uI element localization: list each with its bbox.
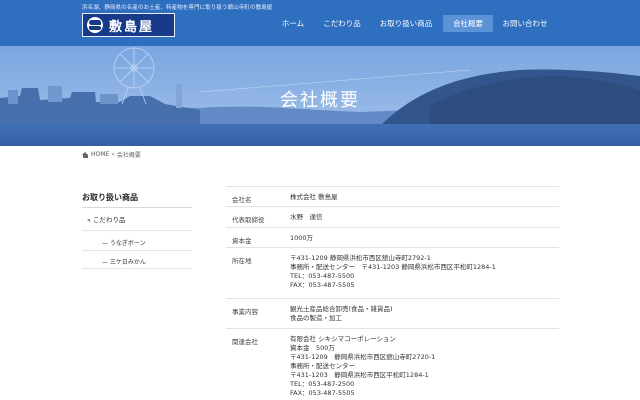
sidebar-divider: [82, 207, 192, 208]
table-row: 所在地 〒431-1209 静岡県浜松市西区舘山寺町2792-1 事務所・配送セ…: [226, 247, 559, 298]
sidebar-title: お取り扱い商品: [82, 193, 138, 202]
table-row: 会社名 株式会社 敷島屋: [226, 186, 559, 206]
breadcrumb-current: 会社概要: [116, 152, 141, 159]
site-header: 浜名湖、静岡県の名産のお土産、特産物を専門に取り扱う舘山寺町の敷島屋 敷島屋 ホ…: [0, 0, 640, 46]
row-value-affiliate-4: 事務所・配送センター: [290, 362, 355, 370]
row-value-representative: 水野 達信: [290, 213, 323, 221]
table-row: 代表取締役 水野 達信: [226, 206, 559, 227]
row-label-company-name: 会社名: [232, 196, 252, 204]
company-info-table: 会社名 株式会社 敷島屋 代表取締役 水野 達信 資本金 1000万 所在地 〒…: [226, 186, 559, 400]
home-icon: [82, 151, 89, 158]
nav-home[interactable]: ホーム: [272, 15, 314, 32]
logo-mark-icon: [87, 17, 103, 33]
breadcrumb-home-label: HOME: [91, 151, 110, 158]
sidebar-item-unagi-bone[interactable]: — うなぎボーン: [82, 238, 192, 247]
row-value-company-name: 株式会社 敷島屋: [290, 193, 338, 201]
breadcrumb: HOME » 会社概要: [82, 150, 141, 159]
sidebar-item-kodawari[interactable]: » こだわり品: [82, 214, 192, 224]
row-value-address-1: 〒431-1209 静岡県浜松市西区舘山寺町2792-1: [290, 254, 431, 262]
row-label-capital: 資本金: [232, 237, 252, 245]
nav-contact[interactable]: お問い合わせ: [497, 15, 553, 32]
sidebar-divider: [82, 268, 192, 269]
nav-company[interactable]: 会社概要: [443, 15, 493, 32]
table-row: 関連会社 有限会社 シキシマコーポレーション 資本金 500万 〒431-120…: [226, 328, 559, 400]
breadcrumb-home-link[interactable]: HOME: [82, 151, 109, 158]
sidebar-divider: [82, 250, 192, 251]
table-row: 事業内容 観光土産品総合卸売(食品・雑貨品) 食品の製造・加工: [226, 298, 559, 328]
hero-banner: 会社概要: [0, 46, 640, 146]
row-value-business-1: 観光土産品総合卸売(食品・雑貨品): [290, 305, 393, 313]
hero-title: 会社概要: [280, 90, 360, 111]
row-label-address: 所在地: [232, 257, 252, 265]
row-value-affiliate-tel: TEL：053-487-2500: [290, 380, 355, 388]
row-value-affiliate-2: 資本金 500万: [290, 344, 335, 352]
logo-text: 敷島屋: [109, 19, 155, 35]
breadcrumb-separator: »: [111, 151, 115, 158]
row-value-address-tel: TEL：053-487-5500: [290, 272, 355, 280]
sidebar-divider: [82, 230, 192, 231]
nav-kodawari[interactable]: こだわり品: [318, 15, 366, 32]
nav-products[interactable]: お取り扱い商品: [373, 15, 439, 32]
sidebar-item-mikkabi-mikan[interactable]: — 三ケ日みかん: [82, 257, 192, 266]
table-row: 資本金 1000万: [226, 227, 559, 247]
row-label-representative: 代表取締役: [232, 216, 265, 224]
row-label-business: 事業内容: [232, 308, 258, 316]
row-value-address-fax: FAX：053-487-5505: [290, 281, 355, 289]
site-logo[interactable]: 敷島屋: [82, 13, 175, 37]
row-value-affiliate-3: 〒431-1209 静岡県浜松市西区舘山寺町2720-1: [290, 353, 436, 361]
row-value-affiliate-fax: FAX：053-487-5505: [290, 389, 355, 397]
row-value-address-2: 事務所・配送センター 〒431-1203 静岡県浜松市西区平松町1284-1: [290, 263, 496, 271]
site-tagline: 浜名湖、静岡県の名産のお土産、特産物を専門に取り扱う舘山寺町の敷島屋: [82, 5, 273, 11]
row-value-capital: 1000万: [290, 234, 314, 242]
row-value-affiliate-1: 有限会社 シキシマコーポレーション: [290, 335, 396, 343]
row-label-affiliate: 関連会社: [232, 338, 258, 346]
row-value-affiliate-5: 〒431-1203 静岡県浜松市西区平松町1284-1: [290, 371, 429, 379]
row-value-business-2: 食品の製造・加工: [290, 314, 342, 322]
